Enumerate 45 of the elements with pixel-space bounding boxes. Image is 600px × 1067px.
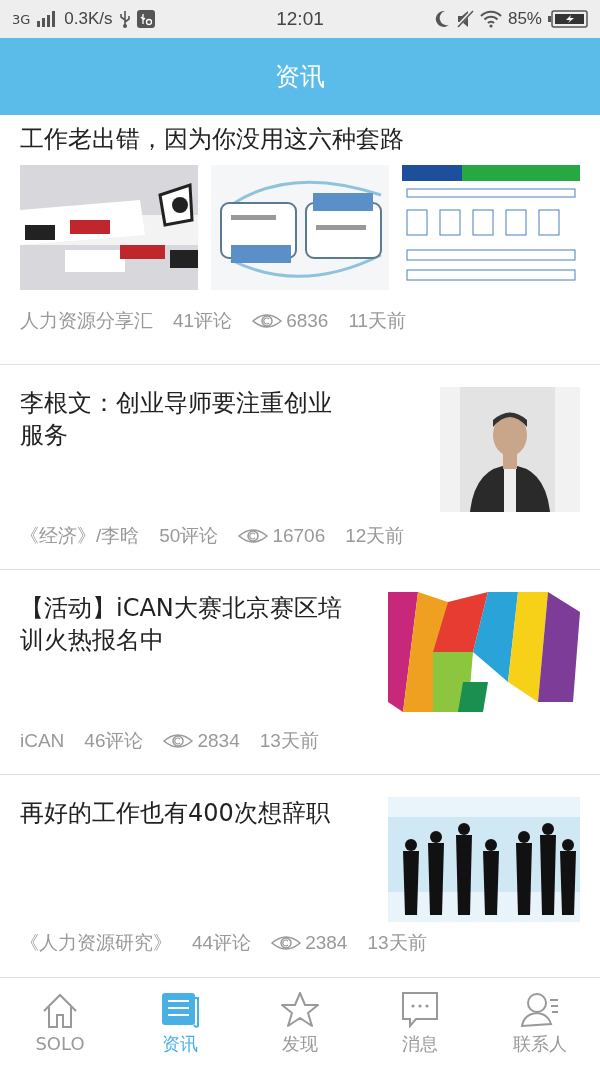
- comment-count: 46评论: [84, 729, 144, 753]
- nav-tab[interactable]: 消息: [360, 978, 480, 1067]
- source-label: 人力资源分享汇: [20, 309, 153, 333]
- news-title: 工作老出错，因为你没用这六种套路: [20, 124, 405, 155]
- mute-icon: [455, 10, 474, 28]
- battery-icon: [548, 10, 588, 28]
- news-title: 【活动】iCAN大赛北京赛区培训火热报名中: [20, 593, 343, 656]
- star-icon: [280, 989, 320, 1028]
- view-count: 6836: [286, 310, 329, 332]
- news-title: 再好的工作也有400次想辞职: [20, 798, 331, 829]
- news-item[interactable]: 【活动】iCAN大赛北京赛区培训火热报名中 iCAN 46评论 2834 13天前: [0, 570, 600, 775]
- news-title: 李根文：创业导师要注重创业服务: [20, 388, 333, 451]
- nav-tab[interactable]: 资讯: [120, 978, 240, 1067]
- time-ago: 12天前: [345, 524, 405, 548]
- time-ago: 13天前: [367, 931, 427, 955]
- moon-icon: [433, 10, 450, 28]
- clock-time: 12:01: [276, 8, 324, 29]
- news-item[interactable]: 再好的工作也有400次想辞职 《人力资源研究》 44评论 2384 13天前: [0, 775, 600, 956]
- news-item[interactable]: 李根文：创业导师要注重创业服务 《经济》/李晗 50评论 16706 12天前: [0, 365, 600, 570]
- nav-tab[interactable]: 联系人: [480, 978, 600, 1067]
- time-ago: 13天前: [259, 729, 319, 753]
- chat-bubble-icon: [400, 989, 440, 1028]
- nav-tab[interactable]: SOLO: [0, 978, 120, 1067]
- view-count: 16706: [272, 525, 326, 547]
- eye-icon: [163, 732, 194, 750]
- network-label: 3G: [12, 11, 31, 27]
- comment-count: 41评论: [173, 309, 233, 333]
- source-label: 《经济》/李晗: [20, 524, 140, 548]
- comment-count: 50评论: [159, 524, 219, 548]
- comment-count: 44评论: [192, 931, 252, 955]
- news-item[interactable]: 工作老出错，因为你没用这六种套路 人力资源分享汇 41评论 6836 11天前: [0, 115, 600, 365]
- source-label: iCAN: [20, 730, 65, 752]
- nav-tab[interactable]: 发现: [240, 978, 360, 1067]
- eye-icon: [271, 934, 302, 952]
- time-ago: 11天前: [348, 309, 407, 333]
- usb-icon: [118, 10, 131, 28]
- source-label: 《人力资源研究》: [20, 931, 172, 955]
- eye-icon: [238, 527, 269, 545]
- eye-icon: [252, 312, 283, 330]
- page-title: 资讯: [275, 61, 325, 93]
- speed-label: 0.3K/s: [64, 9, 113, 29]
- wifi-icon: [479, 10, 502, 28]
- battery-percent: 85%: [507, 9, 542, 29]
- view-count: 2384: [305, 932, 348, 954]
- view-count: 2834: [197, 730, 240, 752]
